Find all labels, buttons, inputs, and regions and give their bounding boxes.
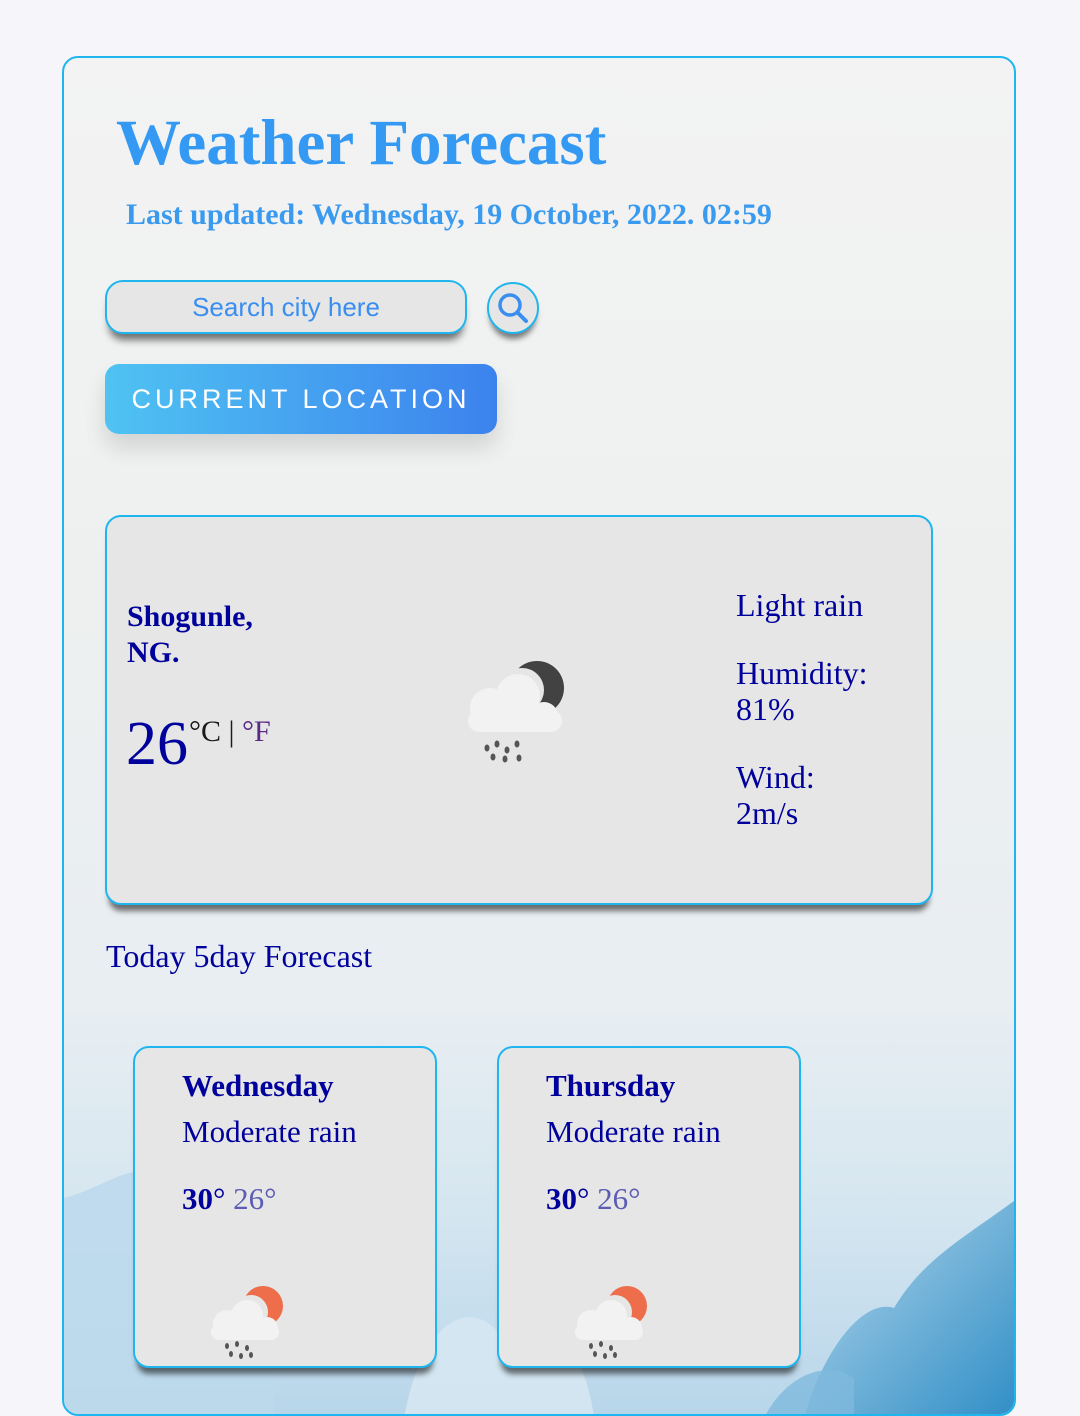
weather-app-container: Weather Forecast Last updated: Wednesday… xyxy=(62,56,1016,1416)
day-rain-icon xyxy=(211,1286,283,1359)
humidity: Humidity: 81% xyxy=(736,655,916,727)
wind: Wind: 2m/s xyxy=(736,759,916,831)
city-name: Shogunle, xyxy=(127,600,253,633)
forecast-heading: Today 5day Forecast xyxy=(106,938,373,974)
forecast-day: Wednesday xyxy=(182,1068,334,1103)
search-button[interactable] xyxy=(487,282,539,334)
forecast-max-temp: 30 xyxy=(182,1181,213,1216)
last-updated-text: Last updated: Wednesday, 19 October, 202… xyxy=(126,198,772,231)
forecast-description: Moderate rain xyxy=(182,1114,357,1149)
forecast-max-temp: 30 xyxy=(546,1181,577,1216)
forecast-day: Thursday xyxy=(546,1068,676,1103)
wind-label: Wind: xyxy=(736,759,815,795)
weather-details: Light rain Humidity: 81% Wind: 2m/s xyxy=(736,587,916,863)
current-weather-card: Shogunle, NG. 26 °C | °F Light rain Humi… xyxy=(105,515,933,905)
wind-value: 2m/s xyxy=(736,795,799,831)
day-rain-icon xyxy=(575,1286,647,1359)
current-location-button[interactable]: CURRENT LOCATION xyxy=(105,364,497,434)
humidity-value: 81% xyxy=(736,691,795,727)
current-location-name: Shogunle, NG. xyxy=(127,599,327,671)
forecast-min-temp: 26° xyxy=(233,1181,277,1216)
weather-description: Light rain xyxy=(736,587,864,623)
page-title: Weather Forecast xyxy=(116,107,607,179)
unit-separator: | xyxy=(221,715,243,748)
forecast-min-temp: 26° xyxy=(597,1181,641,1216)
search-icon xyxy=(498,293,528,323)
humidity-label: Humidity: xyxy=(736,655,868,691)
fahrenheit-link[interactable]: °F xyxy=(242,715,271,748)
forecast-card: Thursday Moderate rain 30° 26° xyxy=(497,1046,801,1368)
current-temperature: 26 xyxy=(126,710,188,778)
forecast-description: Moderate rain xyxy=(546,1114,721,1149)
unit-toggle: °C | °F xyxy=(189,717,271,747)
search-input[interactable]: Search city here xyxy=(105,280,467,334)
celsius-link[interactable]: °C xyxy=(189,715,221,748)
country-code: NG. xyxy=(127,636,180,669)
forecast-temperatures: 30° 26° xyxy=(182,1181,277,1216)
forecast-card: Wednesday Moderate rain 30° 26° xyxy=(133,1046,437,1368)
forecast-temperatures: 30° 26° xyxy=(546,1181,641,1216)
night-rain-icon xyxy=(468,661,564,763)
